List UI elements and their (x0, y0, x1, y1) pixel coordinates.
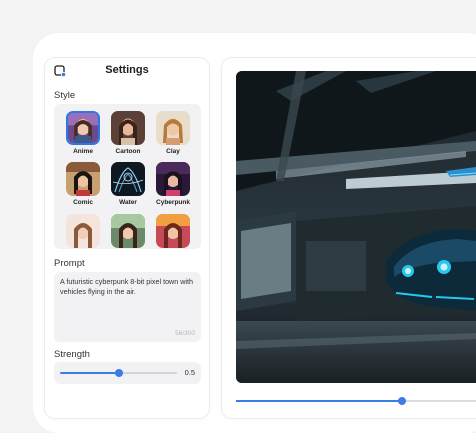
strength-slider-handle[interactable] (114, 369, 123, 377)
style-option-clay[interactable]: Clay (153, 111, 193, 155)
style-option-water[interactable]: Water (108, 162, 148, 206)
style-option-comic[interactable]: Comic (63, 162, 103, 206)
style-option-8[interactable] (108, 214, 148, 249)
style-thumbnail (156, 214, 190, 248)
prompt-text: A futuristic cyberpunk 8-bit pixel town … (60, 277, 194, 296)
style-thumbnail (111, 111, 145, 145)
style-thumbnail (66, 111, 100, 145)
generated-image (236, 71, 476, 383)
timeline-handle[interactable] (397, 397, 406, 405)
strength-label: Strength (54, 349, 90, 360)
style-thumbnail (66, 214, 100, 248)
style-thumbnail (156, 162, 190, 196)
strength-slider-fill (60, 372, 119, 374)
style-option-anime[interactable]: Anime (63, 111, 103, 155)
style-option-label: Cyberpunk (156, 199, 190, 206)
settings-panel: Settings Style Anime Cartoon Clay Comic … (45, 58, 209, 418)
strength-control: 0.5 (54, 362, 201, 384)
style-thumbnail (156, 111, 190, 145)
char-count: 56/300 (175, 330, 195, 337)
strength-value: 0.5 (184, 368, 195, 377)
style-thumbnail (111, 162, 145, 196)
style-thumbnail (111, 214, 145, 248)
style-option-cyberpunk[interactable]: Cyberpunk (153, 162, 193, 206)
style-thumbnail (66, 162, 100, 196)
prompt-label: Prompt (54, 258, 85, 269)
timeline-slider[interactable] (236, 397, 476, 405)
timeline-fill (236, 400, 402, 402)
style-option-label: Anime (73, 148, 93, 155)
strength-slider[interactable] (60, 369, 177, 377)
style-option-label: Comic (73, 199, 93, 206)
panel-title: Settings (105, 64, 149, 76)
style-option-cartoon[interactable]: Cartoon (108, 111, 148, 155)
prompt-textarea[interactable]: A futuristic cyberpunk 8-bit pixel town … (54, 272, 201, 342)
style-option-label: Cartoon (115, 148, 141, 155)
style-option-label: Water (119, 199, 137, 206)
style-option-7[interactable] (63, 214, 103, 249)
style-option-label: Clay (166, 148, 180, 155)
style-grid: Anime Cartoon Clay Comic Water Cyberpunk (54, 104, 201, 249)
style-option-9[interactable] (153, 214, 193, 249)
style-label: Style (54, 90, 76, 101)
